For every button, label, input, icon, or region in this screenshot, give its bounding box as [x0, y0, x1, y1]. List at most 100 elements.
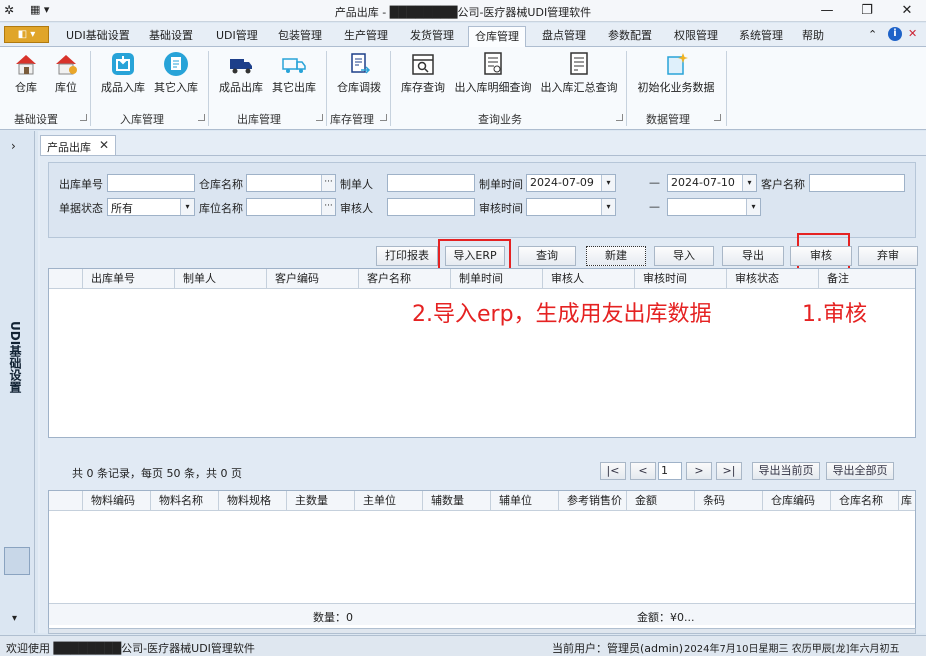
browse-icon[interactable]: ···	[321, 199, 335, 215]
location-name-input[interactable]: ···	[246, 198, 336, 216]
sidebar-scroll-down-icon[interactable]: ▾	[12, 613, 17, 624]
location-button[interactable]: 库位	[48, 51, 84, 101]
col-header[interactable]: 备注	[819, 269, 915, 289]
group-expander-icon[interactable]	[380, 114, 387, 121]
product-in-button[interactable]: 成品入库	[98, 51, 148, 101]
customer-name-input[interactable]	[809, 174, 905, 192]
col-header[interactable]: 辅单位	[491, 491, 559, 511]
next-page-button[interactable]: >	[686, 462, 712, 480]
col-header[interactable]: 主数量	[287, 491, 355, 511]
col-header[interactable]: 条码	[695, 491, 763, 511]
maximize-button[interactable]: ❐	[852, 2, 882, 20]
tab-warehouse[interactable]: 仓库管理	[468, 26, 526, 47]
col-header[interactable]: 客户名称	[359, 269, 451, 289]
page-number-input[interactable]: 1	[658, 462, 682, 480]
group-expander-icon[interactable]	[316, 114, 323, 121]
io-detail-button[interactable]: 出入库明细查询	[452, 51, 534, 101]
tab-parameters[interactable]: 参数配置	[602, 26, 658, 47]
stock-transfer-button[interactable]: 仓库调拨	[334, 51, 384, 101]
tab-permissions[interactable]: 权限管理	[668, 26, 724, 47]
col-header[interactable]: 物料名称	[151, 491, 219, 511]
col-header[interactable]: 制单时间	[451, 269, 543, 289]
sidebar-vertical-label[interactable]: UDI基础设置	[7, 321, 24, 393]
tab-packaging[interactable]: 包装管理	[272, 26, 328, 47]
print-report-button[interactable]: 打印报表	[376, 246, 438, 266]
col-header[interactable]: 审核状态	[727, 269, 819, 289]
date-dropdown-icon[interactable]: ▾	[601, 175, 615, 191]
close-button[interactable]: ✕	[892, 2, 922, 20]
range-dash: —	[649, 200, 660, 213]
tab-basic-settings[interactable]: 基础设置	[143, 26, 199, 47]
close-tab-icon[interactable]: ✕	[99, 138, 109, 152]
app-menu-button[interactable]: ◧ ▾	[4, 26, 49, 43]
col-header[interactable]: 金额	[627, 491, 695, 511]
export-button[interactable]: 导出	[722, 246, 784, 266]
date-dropdown-icon[interactable]: ▾	[742, 175, 756, 191]
other-out-button[interactable]: 其它出库	[270, 51, 318, 101]
review-button[interactable]: 审核	[790, 246, 852, 266]
review-time-from-input[interactable]: ▾	[526, 198, 616, 216]
col-header[interactable]: 审核时间	[635, 269, 727, 289]
tab-shipping[interactable]: 发货管理	[404, 26, 460, 47]
col-header[interactable]: 辅数量	[423, 491, 491, 511]
review-time-to-input[interactable]: ▾	[667, 198, 761, 216]
status-select[interactable]: 所有 ▾	[107, 198, 195, 216]
browse-icon[interactable]: ···	[321, 175, 335, 191]
export-all-pages-button[interactable]: 导出全部页	[826, 462, 894, 480]
create-time-to-input[interactable]: 2024-07-10 ▾	[667, 174, 757, 192]
col-header[interactable]: 仓库名称	[831, 491, 899, 511]
init-sparkle-icon	[667, 53, 688, 75]
col-header[interactable]: 物料编码	[83, 491, 151, 511]
col-header[interactable]: 参考销售价	[559, 491, 627, 511]
expand-sidebar-icon[interactable]: ›	[11, 139, 16, 153]
status-dropdown-icon[interactable]: ▾	[180, 199, 194, 215]
creator-input[interactable]	[387, 174, 475, 192]
tab-udi-management[interactable]: UDI管理	[210, 26, 264, 47]
horizontal-scrollbar[interactable]	[48, 628, 916, 634]
sidebar-scroll-thumb[interactable]	[4, 547, 30, 575]
col-header[interactable]: 客户编码	[267, 269, 359, 289]
tab-production[interactable]: 生产管理	[338, 26, 394, 47]
col-header[interactable]: 物料规格	[219, 491, 287, 511]
col-header[interactable]: 库	[899, 491, 915, 511]
group-expander-icon[interactable]	[198, 114, 205, 121]
out-no-input[interactable]	[107, 174, 195, 192]
io-summary-button[interactable]: 出入库汇总查询	[538, 51, 620, 101]
close-doc-icon[interactable]: ✕	[908, 27, 917, 40]
info-icon[interactable]: i	[888, 27, 902, 41]
group-expander-icon[interactable]	[714, 114, 721, 121]
tab-system[interactable]: 系统管理	[733, 26, 789, 47]
import-erp-button[interactable]: 导入ERP	[445, 246, 505, 266]
last-page-button[interactable]: >|	[716, 462, 742, 480]
date-dropdown-icon[interactable]: ▾	[601, 199, 615, 215]
new-button[interactable]: 新建	[586, 246, 646, 266]
export-current-page-button[interactable]: 导出当前页	[752, 462, 820, 480]
import-button[interactable]: 导入	[654, 246, 714, 266]
group-expander-icon[interactable]	[80, 114, 87, 121]
query-button[interactable]: 查询	[518, 246, 576, 266]
other-in-button[interactable]: 其它入库	[152, 51, 200, 101]
col-header[interactable]: 出库单号	[83, 269, 175, 289]
col-header[interactable]: 主单位	[355, 491, 423, 511]
col-header[interactable]: 审核人	[543, 269, 635, 289]
tab-udi-basic[interactable]: UDI基础设置	[60, 26, 136, 47]
tab-help[interactable]: 帮助	[796, 26, 830, 47]
stock-query-button[interactable]: 库存查询	[398, 51, 448, 101]
document-tab[interactable]: 产品出库 ✕	[40, 135, 116, 155]
prev-page-button[interactable]: <	[630, 462, 656, 480]
group-expander-icon[interactable]	[616, 114, 623, 121]
warehouse-name-input[interactable]: ···	[246, 174, 336, 192]
reviewer-input[interactable]	[387, 198, 475, 216]
collapse-ribbon-icon[interactable]: ⌃	[868, 28, 877, 41]
init-data-button[interactable]: 初始化业务数据	[634, 51, 718, 101]
minimize-button[interactable]: —	[812, 2, 842, 20]
first-page-button[interactable]: |<	[600, 462, 626, 480]
product-out-button[interactable]: 成品出库	[216, 51, 266, 101]
col-header[interactable]: 制单人	[175, 269, 267, 289]
warehouse-button[interactable]: 仓库	[8, 51, 44, 101]
tab-inventory-count[interactable]: 盘点管理	[536, 26, 592, 47]
date-dropdown-icon[interactable]: ▾	[746, 199, 760, 215]
create-time-from-input[interactable]: 2024-07-09 ▾	[526, 174, 616, 192]
abandon-review-button[interactable]: 弃审	[858, 246, 918, 266]
col-header[interactable]: 仓库编码	[763, 491, 831, 511]
